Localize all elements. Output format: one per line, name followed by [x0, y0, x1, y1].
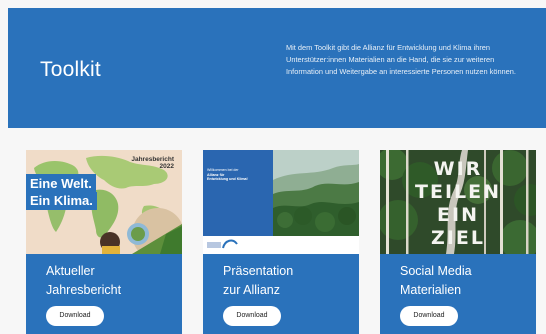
social-word-3: EIN — [437, 204, 479, 226]
download-button-social-media[interactable]: Download — [400, 306, 458, 326]
slogan-line-2: Ein Klima. — [26, 192, 97, 210]
slogan-line-1: Eine Welt. — [26, 174, 96, 192]
report-year-label: Jahresbericht 2022 — [131, 156, 174, 170]
card-title: Aktueller Jahresbericht — [46, 264, 122, 297]
social-media-cover-image: WIR TEILEN EIN ZIEL — [380, 150, 536, 254]
social-word-1: WIR — [433, 158, 483, 180]
social-word-2: TEILEN — [415, 181, 501, 203]
toolkit-hero: Toolkit Mit dem Toolkit gibt die Allianz… — [8, 8, 546, 128]
forest-photo — [203, 150, 359, 254]
card-social-media: WIR TEILEN EIN ZIEL Social Media Materia… — [380, 150, 536, 334]
presentation-welcome-text: Willkommen bei der Allianz für Entwicklu… — [207, 168, 248, 182]
presentation-cover-image: Willkommen bei der Allianz für Entwicklu… — [203, 150, 359, 254]
card-title: Präsentation zur Allianz — [223, 264, 294, 297]
page-title: Toolkit — [40, 58, 101, 81]
toolkit-cards: Jahresbericht 2022 Eine Welt. Ein Klima.… — [0, 150, 546, 334]
download-button-presentation[interactable]: Download — [223, 306, 281, 326]
annual-report-cover-image: Jahresbericht 2022 Eine Welt. Ein Klima. — [26, 150, 182, 254]
card-presentation: Willkommen bei der Allianz für Entwicklu… — [203, 150, 359, 334]
card-title: Social Media Materialien — [400, 264, 472, 297]
card-annual-report: Jahresbericht 2022 Eine Welt. Ein Klima.… — [26, 150, 182, 334]
hero-description: Mit dem Toolkit gibt die Allianz für Ent… — [286, 43, 516, 76]
download-button-annual-report[interactable]: Download — [46, 306, 104, 326]
social-word-4: ZIEL — [431, 227, 485, 249]
